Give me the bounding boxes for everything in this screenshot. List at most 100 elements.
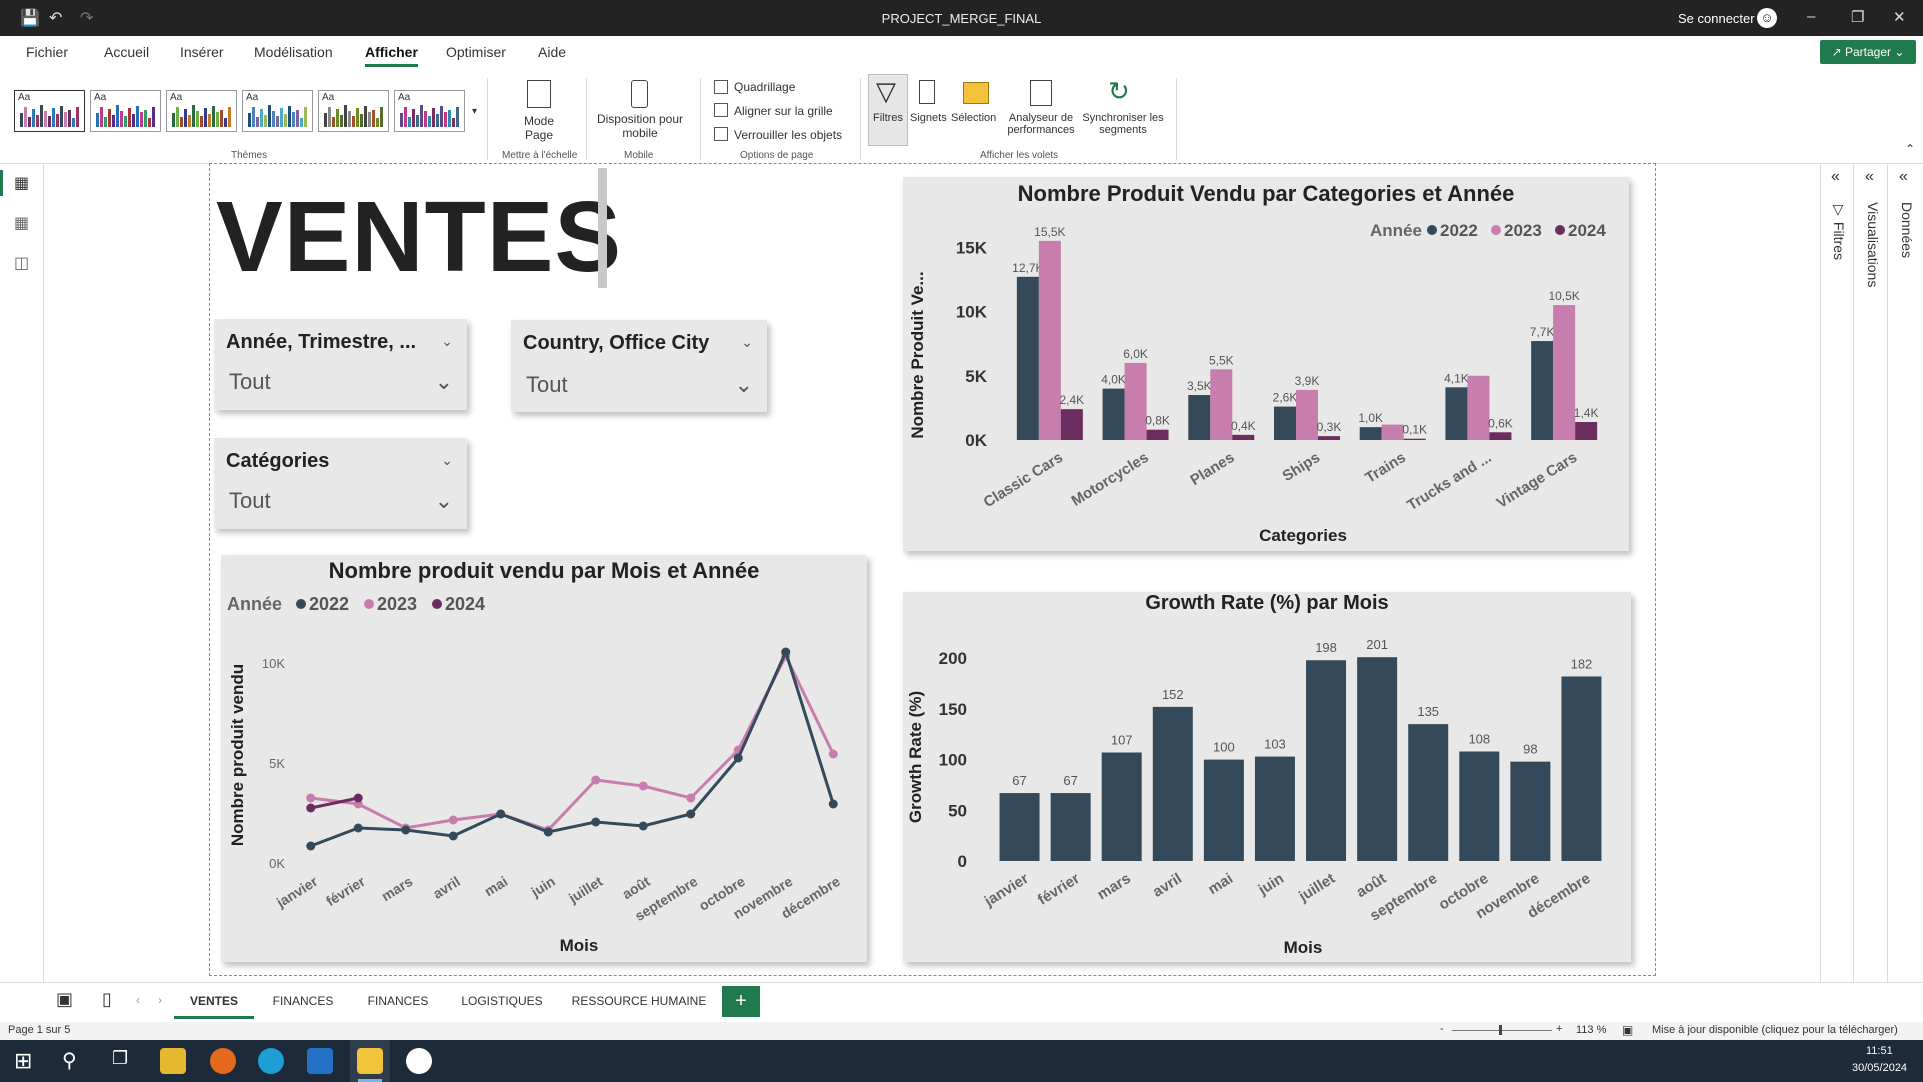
tab-finances[interactable]: FINANCES (258, 983, 348, 1019)
chart-category-panel[interactable]: Nombre Produit Vendu par Categories et A… (903, 177, 1629, 551)
slicer-country-city[interactable]: Country, Office City ⌄ Tout ⌄ (511, 320, 767, 412)
slicer-value[interactable]: Tout (526, 372, 568, 398)
file-explorer-icon[interactable] (160, 1048, 186, 1074)
theme-thumbnail[interactable]: Aa (242, 90, 313, 132)
dropdown-chevron-icon[interactable]: ⌄ (435, 369, 453, 395)
windows-start-icon[interactable]: ⊞ (14, 1048, 32, 1074)
view-rail: ▦ ▦ ◫ (0, 164, 44, 984)
theme-thumbnail[interactable]: Aa (394, 90, 465, 132)
slicer-date[interactable]: Année, Trimestre, ... ⌄ Tout ⌄ (214, 319, 467, 410)
menu-aide[interactable]: Aide (538, 44, 566, 60)
dropdown-chevron-icon[interactable]: ⌄ (735, 372, 753, 398)
chevron-down-icon[interactable]: ⌄ (441, 333, 453, 350)
chart-month-line-panel[interactable]: Nombre produit vendu par Mois et Année 0… (221, 555, 867, 962)
theme-thumbnail[interactable]: Aa (14, 90, 85, 132)
edge-icon[interactable] (258, 1048, 284, 1074)
slicer-value[interactable]: Tout (229, 488, 271, 514)
zoom-slider[interactable] (1452, 1030, 1552, 1031)
collapse-visualizations-icon[interactable]: « (1865, 168, 1874, 186)
data-label: 4,1K (1444, 371, 1469, 385)
slack-icon[interactable] (406, 1048, 432, 1074)
menu-afficher[interactable]: Afficher (365, 44, 418, 67)
legend-entry: 2022 (1440, 221, 1478, 240)
visualizations-pane-tab[interactable]: Visualisations (1865, 202, 1881, 287)
x-tick-label: janvier (981, 870, 1032, 911)
menu-accueil[interactable]: Accueil (104, 44, 149, 60)
add-page-button[interactable]: + (722, 986, 760, 1017)
page-view-icon[interactable] (527, 80, 551, 108)
bar (1254, 756, 1295, 861)
search-icon[interactable]: ⚲ (62, 1048, 77, 1073)
close-icon[interactable]: ✕ (1893, 8, 1906, 26)
sync-slicers-button[interactable]: Synchroniser les segments (1080, 112, 1166, 136)
sync-icon[interactable]: ↻ (1108, 76, 1130, 107)
slicer-value[interactable]: Tout (229, 369, 271, 395)
user-icon[interactable]: ☺ (1757, 8, 1777, 28)
selection-icon[interactable] (963, 82, 989, 104)
data-pane-tab[interactable]: Données (1899, 202, 1915, 258)
theme-thumbnail[interactable]: Aa (318, 90, 389, 132)
menu-optimiser[interactable]: Optimiser (446, 44, 506, 60)
menu-fichier[interactable]: Fichier (26, 44, 68, 60)
themes-more-icon[interactable]: ▾ (472, 106, 477, 117)
dropdown-chevron-icon[interactable]: ⌄ (435, 488, 453, 514)
task-view-icon[interactable]: ❐ (112, 1048, 128, 1069)
collapse-ribbon-icon[interactable]: ⌃ (1905, 142, 1915, 156)
fit-page-icon[interactable]: ▣ (1622, 1023, 1633, 1037)
power-bi-icon[interactable] (357, 1048, 383, 1074)
vscode-icon[interactable] (307, 1048, 333, 1074)
chevron-down-icon[interactable]: ⌄ (741, 334, 753, 351)
bookmark-icon[interactable] (919, 80, 935, 104)
x-tick-label: mars (1094, 870, 1133, 903)
slicer-categories[interactable]: Catégories ⌄ Tout ⌄ (214, 438, 467, 529)
collapse-data-icon[interactable]: « (1899, 168, 1908, 186)
tab-ventes[interactable]: VENTES (174, 983, 254, 1019)
mobile-view-icon[interactable]: ▯ (102, 989, 112, 1010)
tab-logistiques[interactable]: LOGISTIQUES (448, 983, 556, 1019)
lock-objects-checkbox[interactable] (714, 127, 728, 141)
mobile-layout-button[interactable]: Disposition pour mobile (592, 112, 688, 140)
mode-page-button[interactable]: Mode Page (510, 114, 568, 142)
filters-pane-tab[interactable]: ▽ Filtres (1831, 202, 1847, 260)
tab-next-icon[interactable]: › (158, 993, 162, 1007)
x-tick-label: Planes (1187, 449, 1237, 489)
tab-finances-2[interactable]: FINANCES (352, 983, 444, 1019)
restore-icon[interactable]: ❐ (1851, 8, 1864, 26)
tab-prev-icon[interactable]: ‹ (136, 993, 140, 1007)
performance-icon[interactable] (1030, 80, 1052, 106)
collapse-filters-icon[interactable]: « (1831, 168, 1840, 186)
bar (1531, 341, 1554, 440)
gridlines-checkbox[interactable] (714, 80, 728, 94)
minimize-icon[interactable]: – (1807, 8, 1815, 25)
data-label: 201 (1366, 637, 1388, 652)
data-point (543, 827, 553, 837)
zoom-in-button[interactable]: + (1556, 1023, 1562, 1035)
theme-thumbnail[interactable]: Aa (90, 90, 161, 132)
chart-growth-panel[interactable]: Growth Rate (%) par Mois 0 50 100 150 200 Gro… (903, 592, 1631, 962)
tab-ressource-humaine[interactable]: RESSOURCE HUMAINE (560, 983, 718, 1019)
selection-button[interactable]: Sélection (951, 112, 996, 124)
update-notice[interactable]: Mise à jour disponible (cliquez pour la … (1652, 1024, 1898, 1036)
table-view-icon[interactable]: ▦ (14, 213, 29, 233)
data-point (401, 825, 411, 835)
theme-palette-preview (400, 105, 459, 127)
snap-grid-checkbox[interactable] (714, 103, 728, 117)
model-view-icon[interactable]: ◫ (14, 253, 29, 273)
sign-in-link[interactable]: Se connecter (1678, 11, 1755, 26)
share-button[interactable]: ↗ Partager ⌄ (1820, 40, 1916, 64)
zoom-slider-thumb[interactable] (1499, 1025, 1502, 1035)
mobile-icon[interactable] (631, 80, 648, 108)
chevron-down-icon[interactable]: ⌄ (441, 452, 453, 469)
menu-modelisation[interactable]: Modélisation (254, 44, 333, 60)
y-tick-label: 0 (958, 852, 967, 871)
zoom-out-button[interactable]: - (1440, 1023, 1444, 1035)
report-title: VENTES (216, 181, 623, 293)
bookmarks-button[interactable]: Signets (910, 112, 947, 124)
performance-analyzer-button[interactable]: Analyseur de performances (1004, 112, 1078, 136)
report-view-icon[interactable]: ▦ (14, 173, 29, 193)
desktop-view-icon[interactable]: ▣ (56, 989, 73, 1010)
firefox-icon[interactable] (210, 1048, 236, 1074)
panes-group-label: Afficher les volets (980, 150, 1059, 161)
menu-inserer[interactable]: Insérer (180, 44, 224, 60)
theme-thumbnail[interactable]: Aa (166, 90, 237, 132)
